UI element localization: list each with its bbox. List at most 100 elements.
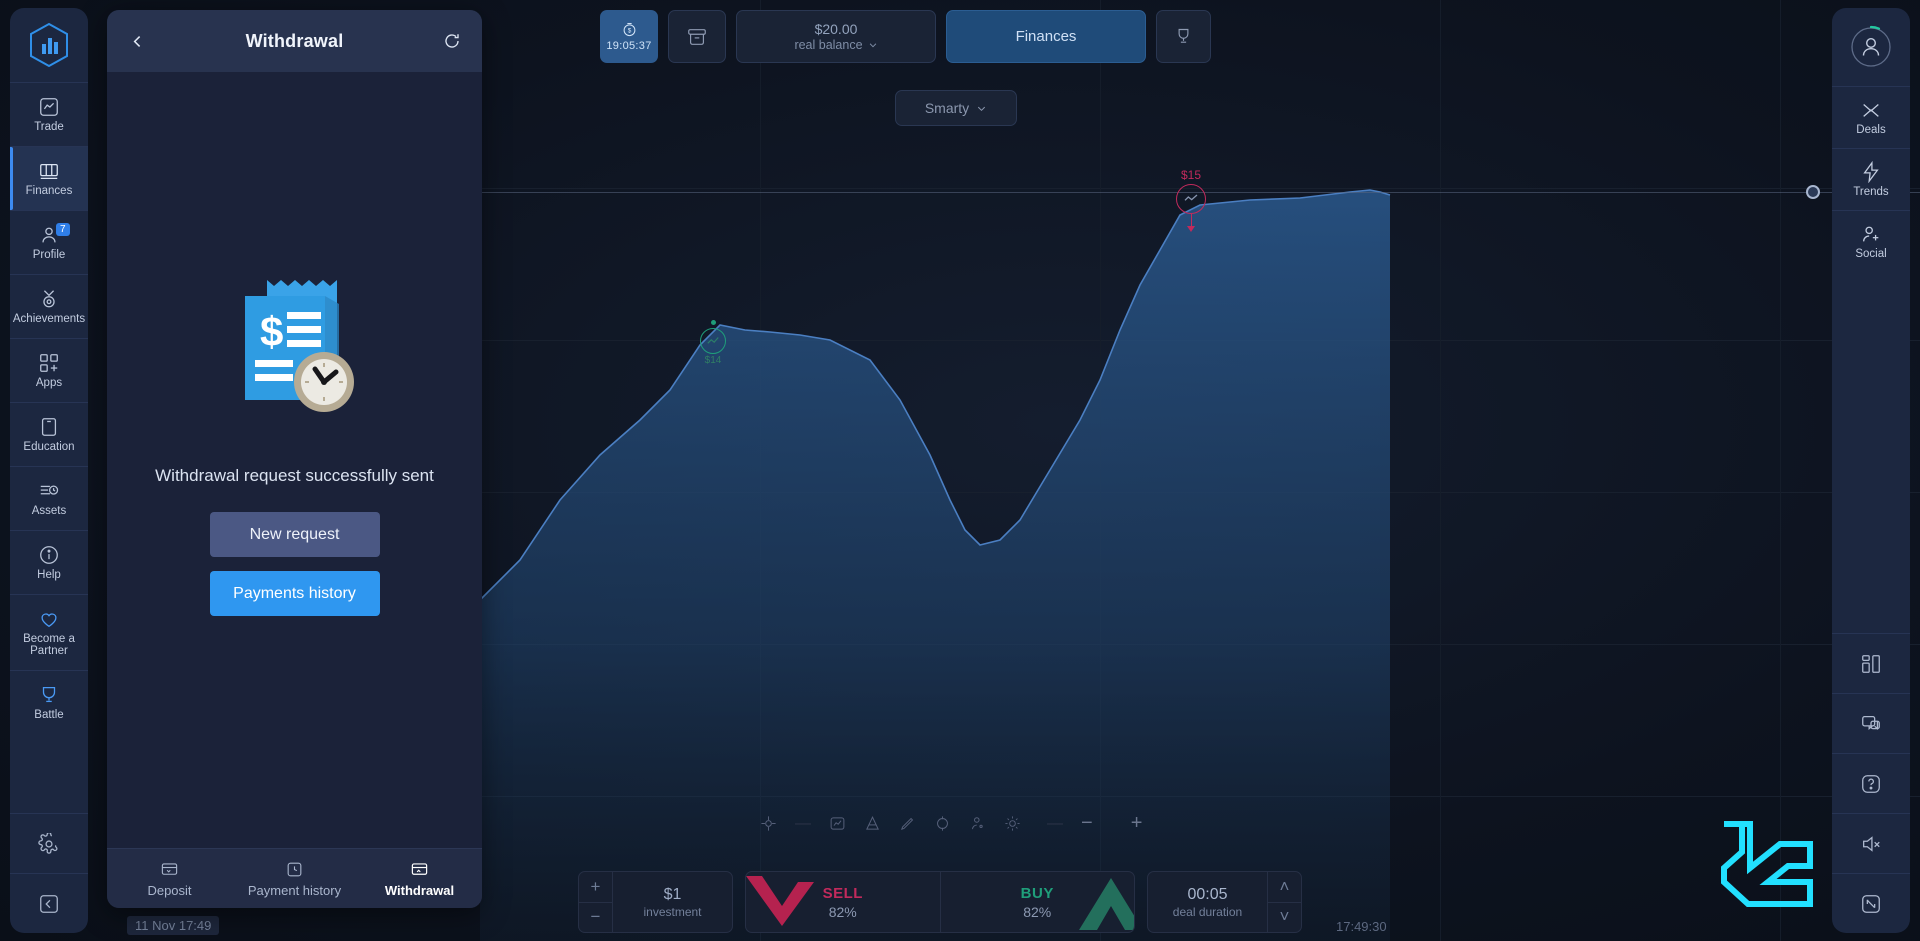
assets-clock-icon (40, 485, 59, 495)
sidebar-item-assets[interactable]: Assets (10, 466, 88, 530)
investment-value: $1 (663, 885, 682, 903)
sidebar-item-label: Assets (31, 505, 67, 517)
archive-button[interactable] (668, 10, 726, 63)
sidebar-item-label: Finances (25, 185, 73, 197)
sidebar-item-apps[interactable]: Apps (10, 338, 88, 402)
help-button[interactable] (1832, 753, 1910, 813)
sidebar-item-label: Help (37, 569, 61, 581)
panel-back-button[interactable] (123, 27, 151, 55)
sidebar-item-battle[interactable]: Battle (10, 670, 88, 734)
chevron-down-icon (978, 106, 986, 111)
right-item-deals[interactable]: Deals (1832, 86, 1910, 148)
sidebar-collapse-button[interactable] (10, 873, 88, 933)
heart-icon (41, 613, 57, 628)
collapse-left-icon (40, 894, 58, 913)
sidebar-item-profile[interactable]: 7 Profile (10, 210, 88, 274)
tournaments-button[interactable] (1156, 10, 1211, 63)
fullscreen-button[interactable] (1832, 873, 1910, 933)
panel-title: Withdrawal (245, 30, 344, 51)
svg-text:$: $ (627, 28, 631, 35)
duration-value-area[interactable]: 00:05 deal duration (1148, 872, 1267, 932)
target-icon[interactable] (934, 815, 951, 832)
refresh-icon (445, 34, 459, 48)
panel-tab-deposit[interactable]: Deposit (107, 849, 232, 908)
duration-value: 00:05 (1187, 885, 1228, 903)
withdrawal-panel: Withdrawal $ Withdrawal request successf… (107, 10, 482, 908)
investment-decrease-button[interactable]: − (579, 901, 612, 933)
zoom-out-button[interactable]: − (1081, 812, 1093, 835)
card-up-icon (411, 862, 428, 875)
investment-value-area[interactable]: $1 investment (613, 872, 732, 932)
mute-button[interactable] (1832, 813, 1910, 873)
clock-icon (287, 862, 302, 876)
chart-toolbar: — — − + (760, 812, 1142, 835)
top-toolbar: $ 19:05:37 $20.00 real balance Finances (600, 10, 1211, 63)
widgets-button[interactable] (1832, 633, 1910, 693)
crosshair-icon[interactable] (760, 815, 777, 832)
toolbar-divider-2: — (1047, 814, 1063, 832)
brand-watermark (1718, 818, 1816, 928)
chart-marker-buy[interactable]: $14 (700, 320, 726, 366)
sidebar-settings-button[interactable] (10, 813, 88, 873)
sidebar-item-help[interactable]: Help (10, 530, 88, 594)
chart-type-icon[interactable] (829, 815, 846, 832)
money-timer-icon: $ (623, 22, 635, 37)
chat-icon (1862, 715, 1880, 730)
current-price-marker (1806, 185, 1820, 199)
buy-label: BUY (1020, 884, 1054, 902)
sidebar-item-label: Education (23, 441, 75, 453)
sidebar-item-become-a-partner[interactable]: Become a Partner (10, 594, 88, 670)
panel-tabs: Deposit Payment history Withdrawal (107, 848, 482, 908)
indicator-icon[interactable] (864, 815, 881, 832)
duration-decrease-button[interactable]: ˅ (1268, 901, 1301, 933)
info-circle-icon (40, 546, 58, 564)
sell-button[interactable]: SELL 82% (746, 872, 940, 932)
chevron-down-icon (869, 43, 876, 48)
new-request-button[interactable]: New request (209, 512, 380, 557)
pencil-icon[interactable] (899, 815, 916, 832)
chart-marker-sell[interactable]: $15 (1176, 168, 1206, 232)
panel-body: $ Withdrawal request successfully sent N… (107, 72, 482, 848)
right-item-label: Trends (1853, 186, 1889, 198)
app-logo[interactable] (10, 8, 88, 82)
zoom-in-button[interactable]: + (1131, 812, 1143, 835)
panel-tab-payment-history[interactable]: Payment history (232, 849, 357, 908)
payments-history-button[interactable]: Payments history (209, 571, 380, 616)
panel-tab-withdrawal[interactable]: Withdrawal (357, 849, 482, 908)
book-icon (41, 418, 57, 436)
deal-duration-stepper: 00:05 deal duration ˄ ˅ (1147, 871, 1302, 933)
buy-chevron-graphic (1079, 878, 1134, 930)
user-signal-icon[interactable] (969, 815, 986, 832)
right-item-label: Deals (1856, 124, 1886, 136)
trends-bolt-icon (1863, 161, 1879, 183)
finances-button[interactable]: Finances (946, 10, 1146, 63)
buy-percent: 82% (1023, 903, 1052, 920)
asset-selector[interactable]: Smarty (895, 90, 1017, 126)
buy-button[interactable]: BUY 82% (941, 872, 1134, 932)
right-item-social[interactable]: Social (1832, 210, 1910, 272)
sidebar-item-achievements[interactable]: Achievements (10, 274, 88, 338)
panel-header: Withdrawal (107, 10, 482, 72)
right-sidebar: Deals Trends Social (1832, 8, 1910, 933)
sidebar-item-education[interactable]: Education (10, 402, 88, 466)
archive-box-icon (688, 28, 706, 45)
avatar[interactable] (1832, 8, 1910, 86)
balance-selector[interactable]: $20.00 real balance (736, 10, 936, 63)
sidebar-item-trade[interactable]: Trade (10, 82, 88, 146)
duration-increase-button[interactable]: ˄ (1268, 872, 1301, 902)
brand-e-logo-icon (1721, 821, 1813, 907)
chevron-left-icon (133, 35, 140, 47)
card-down-icon (161, 862, 178, 875)
brightness-icon[interactable] (1004, 815, 1021, 832)
chat-button[interactable] (1832, 693, 1910, 753)
investment-increase-button[interactable]: + (579, 872, 612, 902)
trade-controls: + − $1 investment SELL 82% BUY 82% 00:05… (578, 871, 1302, 933)
panel-refresh-button[interactable] (438, 27, 466, 55)
deals-icon (1863, 104, 1879, 117)
session-timer-button[interactable]: $ 19:05:37 (600, 10, 658, 63)
balance-amount: $20.00 (814, 21, 858, 37)
investment-label: investment (643, 904, 702, 919)
panel-tab-label: Deposit (147, 882, 192, 898)
right-item-trends[interactable]: Trends (1832, 148, 1910, 210)
sidebar-item-finances[interactable]: Finances (10, 146, 88, 210)
